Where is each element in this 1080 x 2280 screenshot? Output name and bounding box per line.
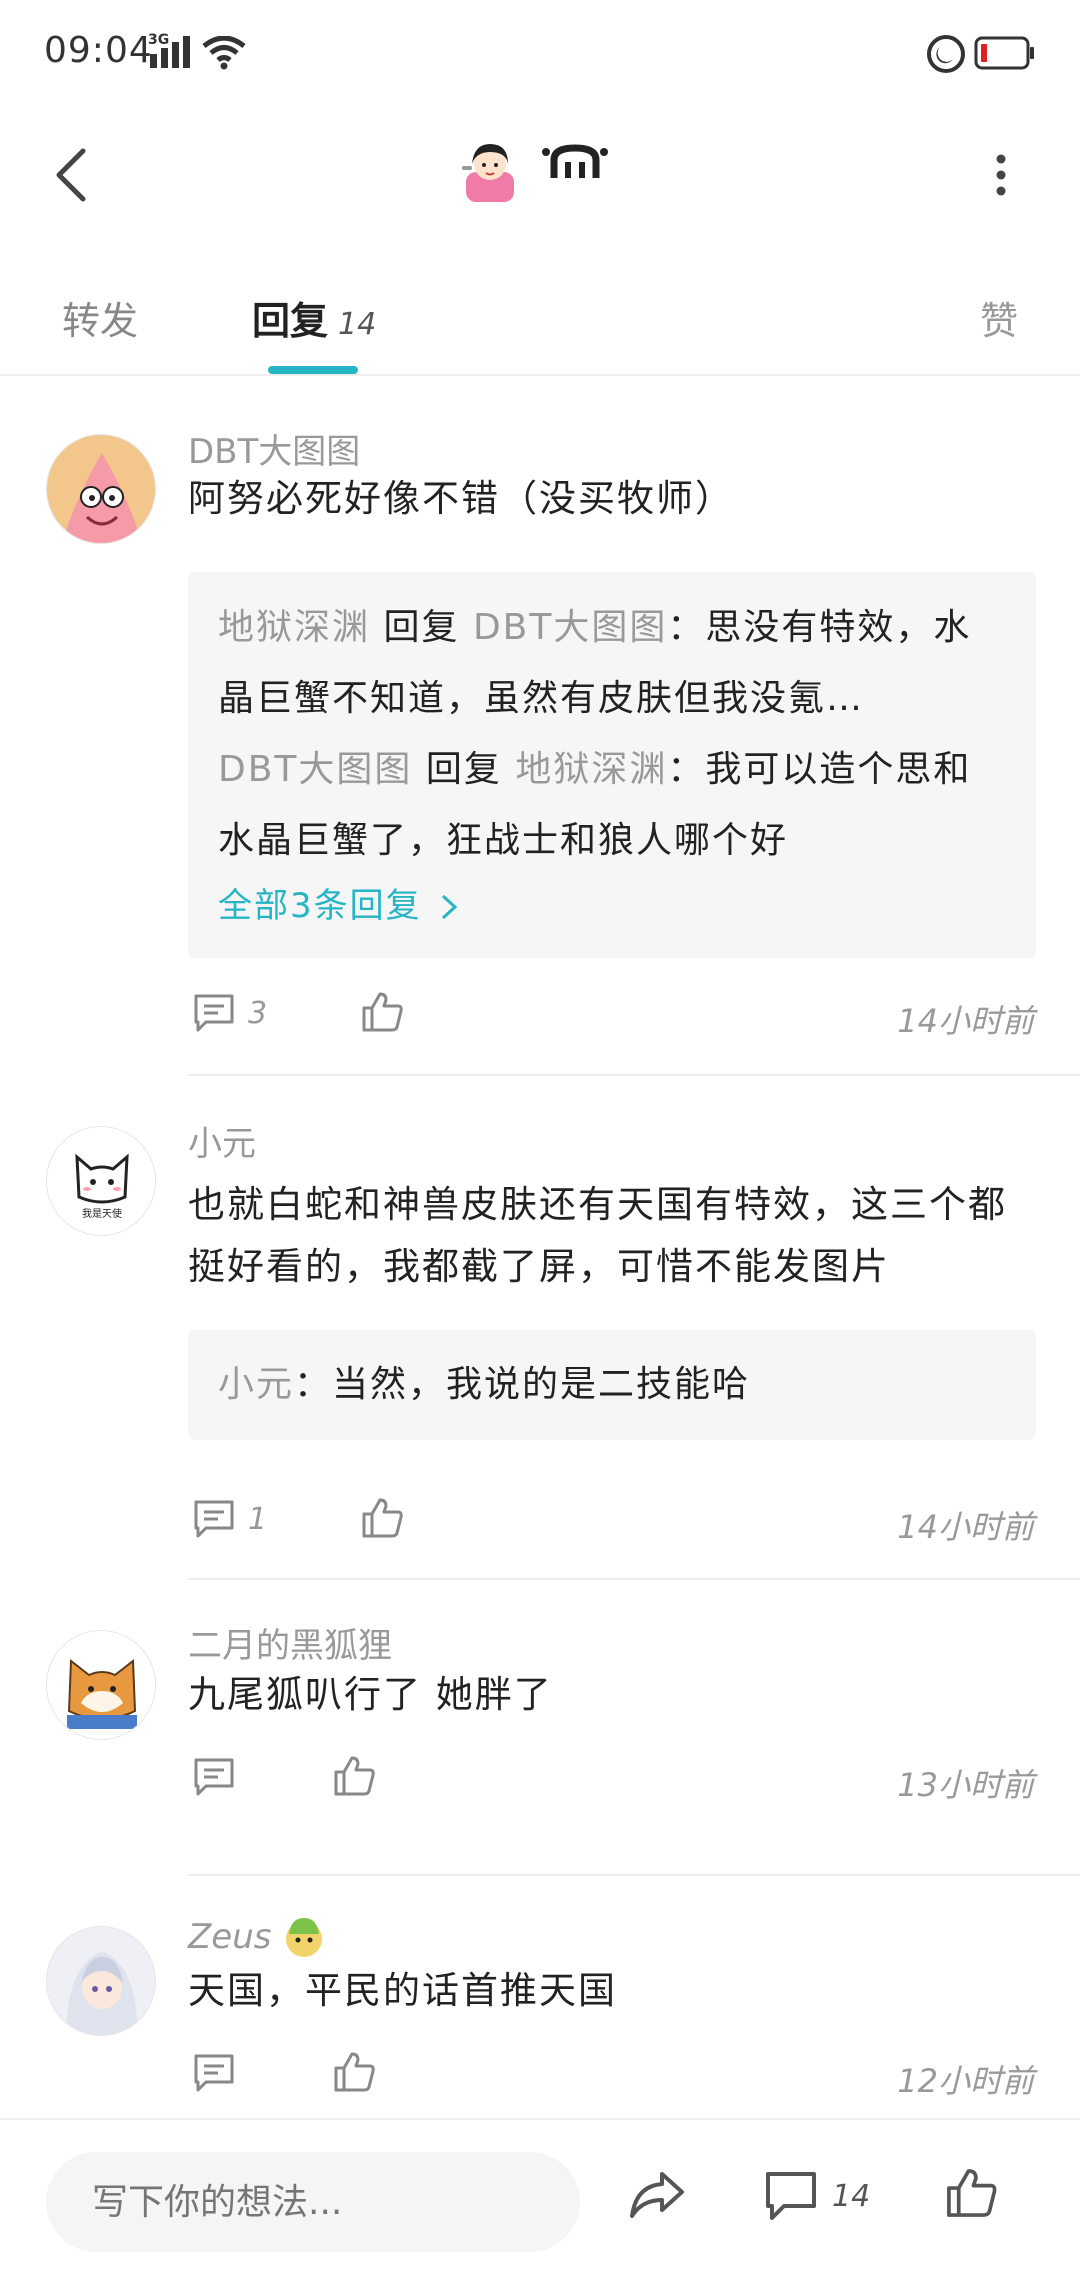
comment-icon xyxy=(194,994,234,1032)
comment-input-container[interactable] xyxy=(46,2152,580,2252)
commenter-avatar[interactable] xyxy=(46,1926,156,2036)
thumbs-up-icon xyxy=(362,1498,403,1538)
commenter-avatar[interactable] xyxy=(46,434,156,544)
more-options-button[interactable] xyxy=(976,140,1026,210)
comment-list[interactable]: DBT大图图 阿努必死好像不错（没买牧师） 地狱深渊 回复 DBT大图图：思没有… xyxy=(0,378,1080,2118)
reply-author[interactable]: 小元 xyxy=(218,1364,294,1405)
thumbs-up-icon xyxy=(334,1756,375,1796)
more-vertical-icon xyxy=(996,154,1006,196)
like-button[interactable] xyxy=(332,1754,376,1802)
comment-text: 阿努必死好像不错（没买牧师） xyxy=(188,477,734,520)
commenter-avatar[interactable] xyxy=(46,1630,156,1740)
reply-comment-button[interactable] xyxy=(192,1756,248,1798)
thumbs-up-icon xyxy=(947,2169,997,2217)
status-bar: 09:04 3G xyxy=(0,0,1080,110)
share-button[interactable] xyxy=(628,2170,686,2224)
user-badge-icon xyxy=(286,1918,323,1957)
chevron-right-icon xyxy=(442,894,458,920)
all-replies-link[interactable]: 全部3条回复 xyxy=(218,876,1006,936)
reply-target[interactable]: 地狱深渊 xyxy=(515,749,667,790)
author-name: Zeus xyxy=(188,1917,272,1957)
comment-input[interactable] xyxy=(46,2152,580,2252)
reply-comment-button[interactable]: 1 xyxy=(192,1498,267,1540)
tab-repost[interactable]: 转发 xyxy=(62,290,138,345)
comment-time: 14小时前 xyxy=(897,1002,1034,1040)
back-button[interactable] xyxy=(40,135,100,215)
like-post-button[interactable] xyxy=(944,2166,998,2224)
battery-icon xyxy=(974,36,1034,70)
all-replies-label: 全部3条回复 xyxy=(218,886,422,926)
bottom-action-bar: 14 xyxy=(0,2118,1080,2280)
comment-actions: 1 14小时前 xyxy=(188,1490,1036,1550)
comment-actions: 12小时前 xyxy=(188,2044,1036,2104)
reply-verb: 回复 xyxy=(425,749,502,790)
comments-count: 14 xyxy=(832,2178,871,2214)
reply-target[interactable]: DBT大图图 xyxy=(473,607,667,648)
thumbs-up-icon xyxy=(334,2052,375,2092)
like-button[interactable] xyxy=(360,1496,404,1544)
like-button[interactable] xyxy=(332,2050,376,2098)
comment-item: Zeus 天国，平民的话首推天国 12小时前 xyxy=(0,1876,1080,2118)
nickname-logo-icon xyxy=(542,144,608,178)
reply-author[interactable]: DBT大图图 xyxy=(218,749,412,790)
reply-line: 地狱深渊 回复 DBT大图图：思没有特效，水晶巨蟹不知道，虽然有皮肤但我没氪… xyxy=(218,592,1006,734)
patrick-avatar-icon xyxy=(47,435,155,543)
chevron-left-icon xyxy=(56,148,86,202)
comment-time: 14小时前 xyxy=(897,1508,1034,1546)
reply-verb: 回复 xyxy=(383,607,460,648)
like-button[interactable] xyxy=(360,990,404,1038)
comment-actions: 13小时前 xyxy=(188,1748,1036,1808)
reply-author[interactable]: 地狱深渊 xyxy=(218,607,370,648)
replies-box[interactable]: 地狱深渊 回复 DBT大图图：思没有特效，水晶巨蟹不知道，虽然有皮肤但我没氪… … xyxy=(188,572,1036,958)
comment-time: 13小时前 xyxy=(897,1766,1034,1804)
reply-count: 1 xyxy=(248,1501,268,1537)
comment-author[interactable]: Zeus xyxy=(188,1914,327,1960)
comment-text: 也就白蛇和神兽皮肤还有天国有特效，这三个都挺好看的，我都截了屏，可惜不能发图片 xyxy=(188,1183,1007,1288)
wifi-icon xyxy=(202,36,246,70)
reply-count: 3 xyxy=(248,995,268,1031)
comment-text: 天国，平民的话首推天国 xyxy=(188,1969,617,2012)
comment-bubble-icon xyxy=(766,2172,816,2220)
reply-comment-button[interactable] xyxy=(192,2052,248,2094)
comment-text: 九尾狐叭行了 她胖了 xyxy=(188,1673,553,1716)
comment-item: DBT大图图 阿努必死好像不错（没买牧师） 地狱深渊 回复 DBT大图图：思没有… xyxy=(0,378,1080,1076)
user-avatar[interactable] xyxy=(458,138,522,202)
status-time: 09:04 xyxy=(44,30,153,71)
comment-icon xyxy=(194,1500,234,1538)
signal-icon xyxy=(150,36,190,68)
active-tab-indicator xyxy=(268,366,358,374)
anime-girl-avatar-icon xyxy=(47,1927,155,2035)
share-icon xyxy=(630,2172,684,2218)
replies-box[interactable]: 小元：当然，我说的是二技能哈 xyxy=(188,1330,1036,1440)
reply-comment-button[interactable]: 3 xyxy=(192,992,267,1034)
tab-reply[interactable]: 回复 14 xyxy=(252,290,376,345)
comment-icon xyxy=(194,2054,234,2092)
comment-actions: 3 14小时前 xyxy=(188,984,1036,1044)
do-not-disturb-icon xyxy=(927,35,965,73)
tab-like[interactable]: 赞 xyxy=(980,290,1018,345)
tab-reply-count: 14 xyxy=(338,307,377,342)
reply-text: ：当然，我说的是二技能哈 xyxy=(294,1364,751,1405)
avatar-caption: 我是天使 xyxy=(82,1207,122,1220)
tab-bar: 转发 回复 14 赞 xyxy=(0,270,1080,376)
top-header xyxy=(0,110,1080,260)
thumbs-up-icon xyxy=(362,992,403,1032)
comment-time: 12小时前 xyxy=(897,2062,1034,2100)
comment-icon xyxy=(194,1758,234,1796)
comment-author[interactable]: 小元 xyxy=(188,1116,256,1165)
tab-reply-label: 回复 xyxy=(252,299,329,343)
cat-avatar-icon: 我是天使 xyxy=(47,1127,155,1235)
comment-item: 我是天使 小元 也就白蛇和神兽皮肤还有天国有特效，这三个都挺好看的，我都截了屏，… xyxy=(0,1076,1080,1580)
comment-item: 二月的黑狐狸 九尾狐叭行了 她胖了 13小时前 xyxy=(0,1580,1080,1876)
comment-author[interactable]: 二月的黑狐狸 xyxy=(188,1618,392,1667)
commenter-avatar[interactable]: 我是天使 xyxy=(46,1126,156,1236)
reply-line: DBT大图图 回复 地狱深渊：我可以造个思和水晶巨蟹了，狂战士和狼人哪个好 xyxy=(218,734,1006,876)
comment-author[interactable]: DBT大图图 xyxy=(188,424,360,473)
shiba-avatar-icon xyxy=(47,1631,155,1739)
comments-button[interactable]: 14 xyxy=(764,2170,870,2222)
